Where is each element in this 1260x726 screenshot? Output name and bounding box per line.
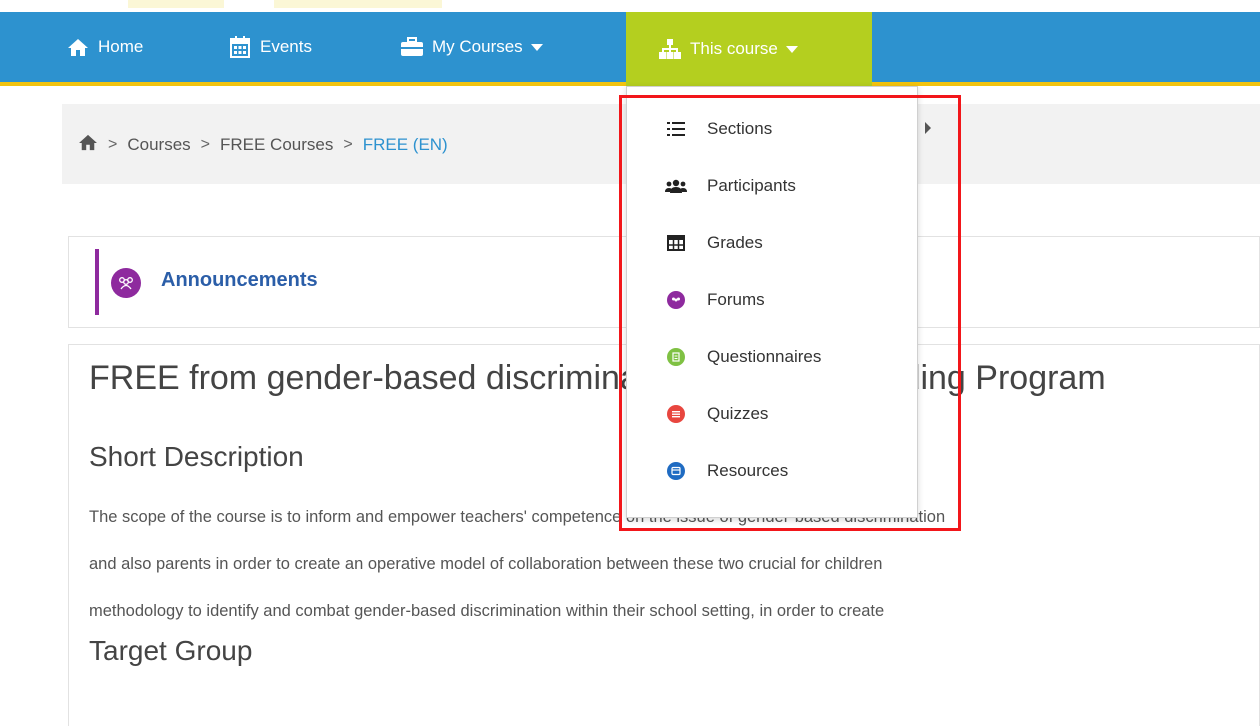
nav-this-course-label: This course bbox=[690, 39, 778, 58]
announcements-accent-bar bbox=[95, 249, 99, 315]
menu-item-forums[interactable]: Forums bbox=[627, 280, 917, 320]
menu-item-participants[interactable]: Participants bbox=[627, 166, 917, 206]
menu-item-label: Quizzes bbox=[707, 404, 769, 423]
menu-item-sections[interactable]: Sections bbox=[627, 109, 917, 149]
breadcrumb-separator: > bbox=[108, 136, 118, 153]
announcements-link[interactable]: Announcements bbox=[161, 269, 318, 292]
nav-this-course[interactable]: This course bbox=[626, 12, 872, 86]
this-course-dropdown-menu: Sections Participants Grades Forums Ques… bbox=[626, 86, 918, 518]
description-line: and also parents in order to create an o… bbox=[89, 555, 883, 573]
breadcrumb-current-course[interactable]: FREE (EN) bbox=[363, 135, 448, 155]
breadcrumb-courses[interactable]: Courses bbox=[127, 135, 190, 155]
resource-icon bbox=[665, 460, 687, 482]
menu-item-grades[interactable]: Grades bbox=[627, 223, 917, 263]
top-strip bbox=[0, 0, 1260, 12]
questionnaire-icon bbox=[665, 346, 687, 368]
menu-item-resources[interactable]: Resources bbox=[627, 451, 917, 491]
nav-home-label: Home bbox=[98, 37, 144, 56]
menu-item-label: Grades bbox=[707, 233, 763, 252]
breadcrumb-home-icon[interactable] bbox=[78, 134, 98, 156]
table-icon bbox=[665, 232, 687, 254]
menu-item-label: Sections bbox=[707, 119, 773, 138]
caret-right-icon[interactable] bbox=[925, 122, 931, 134]
top-strip-tab bbox=[128, 0, 224, 8]
calendar-icon bbox=[228, 36, 252, 58]
target-group-heading: Target Group bbox=[89, 635, 253, 666]
course-title: FREE from gender-based discrimination Ca… bbox=[89, 359, 1106, 397]
top-strip-tab bbox=[274, 0, 442, 8]
menu-item-label: Forums bbox=[707, 290, 765, 309]
short-description-heading: Short Description bbox=[89, 441, 304, 472]
users-icon bbox=[665, 175, 687, 197]
menu-item-questionnaires[interactable]: Questionnaires bbox=[627, 337, 917, 377]
main-navbar: Home Events My Courses This course bbox=[0, 12, 1260, 86]
forum-icon bbox=[665, 289, 687, 311]
nav-events[interactable]: Events bbox=[228, 12, 312, 82]
breadcrumb-separator: > bbox=[200, 136, 210, 153]
nav-my-courses-label: My Courses bbox=[432, 37, 523, 56]
menu-item-label: Questionnaires bbox=[707, 347, 822, 366]
chevron-down-icon bbox=[530, 43, 543, 51]
briefcase-icon bbox=[400, 36, 424, 58]
sitemap-icon bbox=[658, 38, 682, 60]
quiz-icon bbox=[665, 403, 687, 425]
nav-home[interactable]: Home bbox=[66, 12, 143, 82]
nav-my-courses[interactable]: My Courses bbox=[400, 12, 543, 82]
list-ordered-icon bbox=[665, 118, 687, 140]
menu-item-quizzes[interactable]: Quizzes bbox=[627, 394, 917, 434]
breadcrumb-separator: > bbox=[343, 136, 353, 153]
menu-item-label: Participants bbox=[707, 176, 796, 195]
menu-item-label: Resources bbox=[707, 461, 789, 480]
home-icon bbox=[66, 36, 90, 58]
chevron-down-icon bbox=[785, 45, 798, 53]
forum-icon bbox=[111, 268, 141, 298]
description-line: methodology to identify and combat gende… bbox=[89, 602, 885, 620]
nav-events-label: Events bbox=[260, 37, 312, 56]
breadcrumb-free-courses[interactable]: FREE Courses bbox=[220, 135, 333, 155]
